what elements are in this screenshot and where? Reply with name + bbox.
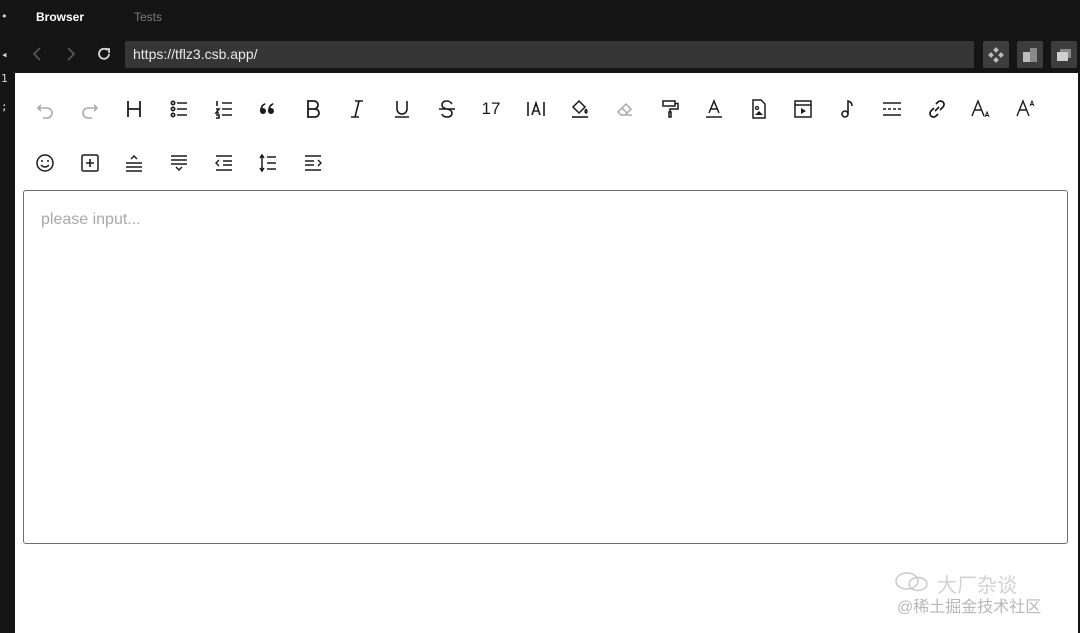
address-bar: https://tflz3.csb.app/ xyxy=(15,35,1080,73)
insert-block-button[interactable] xyxy=(75,148,105,178)
redo-icon xyxy=(82,104,99,119)
font-color-icon xyxy=(706,99,722,118)
bulleted-list-button[interactable] xyxy=(164,94,194,124)
clear-format-button[interactable] xyxy=(610,94,640,124)
undo-icon xyxy=(36,104,53,119)
numbered-list-button[interactable] xyxy=(209,94,239,124)
format-painter-button[interactable] xyxy=(655,94,685,124)
windows-icon xyxy=(1057,48,1071,61)
image-icon xyxy=(752,99,766,119)
align-center-icon xyxy=(126,155,142,172)
strip-glyph: • xyxy=(1,10,8,23)
underline-button[interactable] xyxy=(387,94,417,124)
numbered-list-icon xyxy=(214,101,232,119)
wechat-logo-icon xyxy=(895,572,928,592)
strikethrough-icon xyxy=(439,100,455,118)
strip-glyph: ; xyxy=(1,100,8,113)
subscript-icon xyxy=(971,99,990,118)
font-size-select[interactable]: 17 xyxy=(476,94,506,124)
divider-icon xyxy=(883,102,901,116)
italic-button[interactable] xyxy=(342,94,372,124)
editor-placeholder: please input... xyxy=(41,211,141,228)
diamond-grid-icon xyxy=(988,46,1004,63)
undo-button[interactable] xyxy=(30,94,60,124)
bold-icon xyxy=(307,100,320,118)
eraser-icon xyxy=(616,102,633,116)
indent-decrease-button[interactable] xyxy=(209,148,239,178)
line-height-button[interactable] xyxy=(253,148,283,178)
indent-increase-icon xyxy=(305,155,322,171)
superscript-icon xyxy=(1016,99,1035,117)
line-height-icon xyxy=(259,153,276,173)
quote-button[interactable] xyxy=(253,94,283,124)
fill-color-icon xyxy=(571,99,588,118)
superscript-button[interactable] xyxy=(1011,94,1041,124)
refresh-icon xyxy=(98,47,110,60)
split-view-button[interactable] xyxy=(1017,41,1043,68)
emoji-icon xyxy=(36,154,54,172)
refresh-button[interactable] xyxy=(95,45,113,63)
insert-box-icon xyxy=(81,154,99,172)
insert-audio-button[interactable] xyxy=(833,94,863,124)
chevron-right-icon xyxy=(67,47,76,61)
format-painter-icon xyxy=(662,100,679,118)
audio-icon xyxy=(841,99,853,118)
redo-button[interactable] xyxy=(75,94,105,124)
emoji-button[interactable] xyxy=(30,148,60,178)
align-bottom-button[interactable] xyxy=(164,148,194,178)
url-input[interactable]: https://tflz3.csb.app/ xyxy=(125,41,974,68)
new-window-button[interactable] xyxy=(1051,41,1077,68)
underline-icon xyxy=(395,101,409,118)
align-bottom-icon xyxy=(171,155,187,171)
forward-button[interactable] xyxy=(61,45,79,63)
quote-icon xyxy=(260,103,274,114)
strikethrough-button[interactable] xyxy=(432,94,462,124)
rich-text-editor[interactable]: please input... xyxy=(23,190,1068,544)
insert-image-button[interactable] xyxy=(744,94,774,124)
left-code-strip: • ◂ 1 ; xyxy=(0,0,15,633)
divider-button[interactable] xyxy=(877,94,907,124)
devtools-button[interactable] xyxy=(983,41,1009,68)
chevron-left-icon xyxy=(32,47,41,61)
video-icon xyxy=(794,100,812,118)
strip-glyph: 1 xyxy=(1,72,8,85)
indent-increase-button[interactable] xyxy=(298,148,328,178)
indent-decrease-icon xyxy=(215,155,232,171)
watermark-source: @稀土掘金技术社区 xyxy=(897,599,1042,616)
bold-button[interactable] xyxy=(298,94,328,124)
back-button[interactable] xyxy=(29,45,47,63)
letter-spacing-button[interactable] xyxy=(521,94,551,124)
link-button[interactable] xyxy=(922,94,952,124)
tab-tests[interactable]: Tests xyxy=(134,10,162,24)
preview-page: 17 please input... 大厂杂谈 @稀土掘金技术社区 xyxy=(15,73,1078,633)
watermark: 大厂杂谈 @稀土掘金技术社区 xyxy=(893,569,1073,619)
align-center-button[interactable] xyxy=(119,148,149,178)
split-panels-icon xyxy=(1023,47,1037,62)
letter-spacing-icon xyxy=(527,100,545,116)
fill-color-button[interactable] xyxy=(565,94,595,124)
panel-tabs: Browser Tests xyxy=(15,0,1080,35)
link-icon xyxy=(929,100,945,118)
strip-glyph: ◂ xyxy=(1,48,8,61)
tab-browser[interactable]: Browser xyxy=(36,10,84,24)
subscript-button[interactable] xyxy=(966,94,996,124)
heading-icon xyxy=(127,101,141,117)
bulleted-list-icon xyxy=(170,100,187,118)
heading-button[interactable] xyxy=(119,94,149,124)
font-color-button[interactable] xyxy=(699,94,729,124)
insert-video-button[interactable] xyxy=(788,94,818,124)
italic-icon xyxy=(351,100,363,118)
